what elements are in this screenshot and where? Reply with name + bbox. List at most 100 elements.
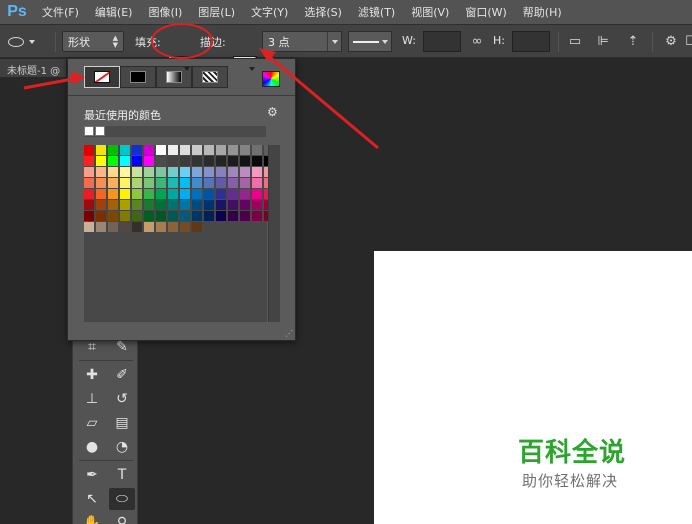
color-swatch[interactable] <box>204 200 214 210</box>
color-swatch[interactable] <box>204 167 214 177</box>
menu-file[interactable]: 文件(F) <box>34 4 87 20</box>
color-swatch[interactable] <box>192 156 202 166</box>
color-swatch[interactable] <box>168 156 178 166</box>
type-tool-icon[interactable]: T <box>109 464 135 486</box>
color-swatch[interactable] <box>180 200 190 210</box>
fill-type-pattern-button[interactable] <box>192 66 228 88</box>
color-swatch[interactable] <box>240 200 250 210</box>
color-swatch[interactable] <box>84 211 94 221</box>
color-swatch[interactable] <box>120 178 130 188</box>
color-swatch[interactable] <box>132 156 142 166</box>
fill-type-none-button[interactable] <box>84 66 120 88</box>
color-swatch[interactable] <box>120 200 130 210</box>
color-swatch[interactable] <box>216 167 226 177</box>
color-swatch[interactable] <box>144 189 154 199</box>
color-swatch[interactable] <box>144 178 154 188</box>
color-swatch[interactable] <box>216 211 226 221</box>
color-swatch[interactable] <box>96 167 106 177</box>
menu-type[interactable]: 文字(Y) <box>243 4 296 20</box>
color-swatch[interactable] <box>252 189 262 199</box>
color-swatch[interactable] <box>144 222 154 232</box>
color-swatch[interactable] <box>252 145 262 155</box>
color-swatch[interactable] <box>168 200 178 210</box>
color-swatch[interactable] <box>228 211 238 221</box>
healing-brush-tool-icon[interactable]: ✚ <box>79 364 105 386</box>
color-swatch[interactable] <box>156 200 166 210</box>
color-swatch[interactable] <box>168 167 178 177</box>
color-swatch[interactable] <box>180 189 190 199</box>
color-swatch[interactable] <box>168 222 178 232</box>
link-icon[interactable]: ∞ <box>468 33 486 51</box>
color-swatch[interactable] <box>192 189 202 199</box>
color-swatch[interactable] <box>240 211 250 221</box>
color-swatch[interactable] <box>204 156 214 166</box>
color-swatch[interactable] <box>120 156 130 166</box>
path-alignment-icon[interactable]: ⊫ <box>594 33 612 51</box>
tool-mode-select[interactable]: 形状 ▲ ▼ <box>62 31 124 52</box>
color-swatch[interactable] <box>252 156 262 166</box>
color-swatch[interactable] <box>132 145 142 155</box>
dodge-tool-icon[interactable]: ◔ <box>109 436 135 458</box>
color-swatch[interactable] <box>132 178 142 188</box>
color-swatch[interactable] <box>84 189 94 199</box>
gradient-tool-icon[interactable]: ▤ <box>109 412 135 434</box>
color-swatch[interactable] <box>84 145 94 155</box>
checkbox-icon[interactable]: ☐ <box>682 33 692 51</box>
color-swatch[interactable] <box>252 178 262 188</box>
color-swatch[interactable] <box>120 222 130 232</box>
menu-window[interactable]: 窗口(W) <box>457 4 514 20</box>
color-swatch[interactable] <box>180 145 190 155</box>
color-swatch[interactable] <box>216 200 226 210</box>
color-swatch[interactable] <box>204 211 214 221</box>
color-swatch[interactable] <box>144 167 154 177</box>
color-swatch[interactable] <box>192 178 202 188</box>
color-swatch[interactable] <box>96 189 106 199</box>
color-swatch[interactable] <box>156 222 166 232</box>
color-swatch[interactable] <box>120 145 130 155</box>
stroke-width-field[interactable]: 3 点 <box>262 31 342 52</box>
color-swatch[interactable] <box>228 178 238 188</box>
color-swatch[interactable] <box>168 178 178 188</box>
color-swatch[interactable] <box>156 189 166 199</box>
color-swatch[interactable] <box>216 189 226 199</box>
color-swatch[interactable] <box>84 167 94 177</box>
color-swatch[interactable] <box>156 178 166 188</box>
color-swatch[interactable] <box>228 145 238 155</box>
color-swatch[interactable] <box>156 211 166 221</box>
zoom-tool-icon[interactable]: ⚲ <box>109 512 135 524</box>
ellipse-tool-icon[interactable]: ⬭ <box>109 488 135 510</box>
color-swatch[interactable] <box>144 145 154 155</box>
color-swatch[interactable] <box>96 211 106 221</box>
color-swatch[interactable] <box>84 222 94 232</box>
color-swatch[interactable] <box>192 167 202 177</box>
color-swatch[interactable] <box>132 189 142 199</box>
color-swatch[interactable] <box>96 222 106 232</box>
color-swatch[interactable] <box>132 211 142 221</box>
color-swatch[interactable] <box>168 145 178 155</box>
resize-grip-icon[interactable]: ⋰ <box>285 330 293 338</box>
color-swatch[interactable] <box>240 156 250 166</box>
color-swatch[interactable] <box>216 145 226 155</box>
menu-image[interactable]: 图像(I) <box>140 4 190 20</box>
path-operations-icon[interactable]: ▭ <box>566 33 584 51</box>
color-swatch[interactable] <box>192 211 202 221</box>
color-swatch[interactable] <box>180 167 190 177</box>
color-swatch[interactable] <box>156 156 166 166</box>
color-swatch[interactable] <box>252 167 262 177</box>
color-swatch[interactable] <box>120 167 130 177</box>
recent-color-swatch[interactable] <box>95 126 105 136</box>
color-swatch[interactable] <box>108 145 118 155</box>
recent-color-swatch[interactable] <box>84 126 94 136</box>
document-tab[interactable]: 未标题-1 @ <box>0 59 67 77</box>
gear-icon[interactable]: ⚙ <box>662 33 680 51</box>
stroke-type-picker[interactable] <box>348 31 392 52</box>
color-swatch[interactable] <box>144 211 154 221</box>
fill-type-solid-button[interactable] <box>120 66 156 88</box>
color-swatch[interactable] <box>240 189 250 199</box>
color-swatch[interactable] <box>240 167 250 177</box>
color-swatch[interactable] <box>84 178 94 188</box>
menu-filter[interactable]: 滤镜(T) <box>350 4 403 20</box>
color-swatch[interactable] <box>132 200 142 210</box>
color-swatch[interactable] <box>192 222 202 232</box>
color-swatch[interactable] <box>132 222 142 232</box>
